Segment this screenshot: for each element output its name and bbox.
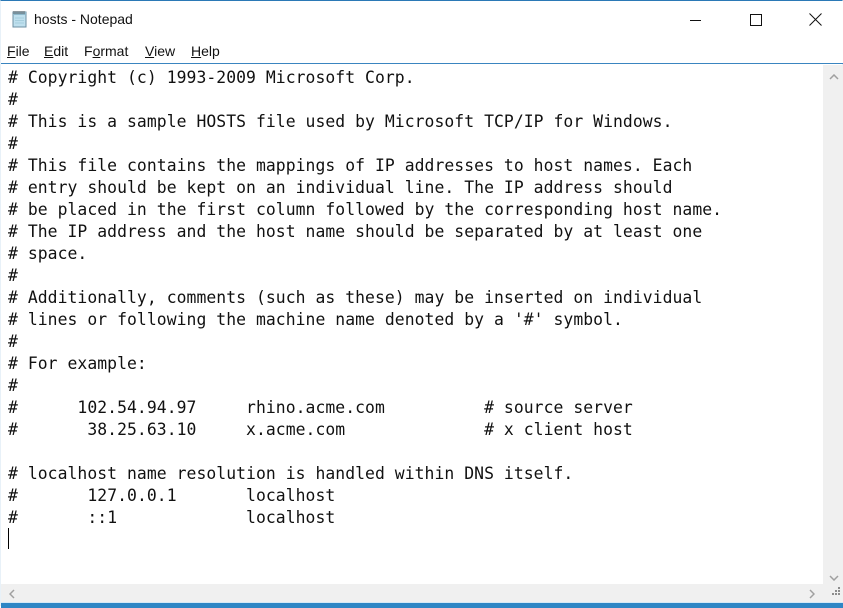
menu-view-accel: V xyxy=(145,43,155,59)
menu-file-accel: F xyxy=(7,43,16,59)
vertical-scrollbar[interactable] xyxy=(823,65,843,584)
menu-format-label: rmat xyxy=(100,43,129,59)
close-button[interactable] xyxy=(792,1,838,39)
notepad-window: hosts - Notepad File Edit Format View He… xyxy=(0,0,843,608)
resize-grip-icon xyxy=(831,581,841,600)
menu-help-accel: H xyxy=(191,43,202,59)
menu-format[interactable]: Format xyxy=(84,43,128,59)
document-text[interactable]: # Copyright (c) 1993-2009 Microsoft Corp… xyxy=(8,67,722,529)
maximize-icon xyxy=(750,11,762,30)
scroll-up-button[interactable] xyxy=(823,65,843,83)
chevron-left-icon xyxy=(8,584,15,603)
menu-edit-label: dit xyxy=(53,43,69,59)
scroll-right-button[interactable] xyxy=(803,584,821,602)
horizontal-scrollbar[interactable] xyxy=(1,584,823,602)
menu-view-label: iew xyxy=(154,43,176,59)
menu-help[interactable]: Help xyxy=(191,43,220,59)
menu-edit-accel: E xyxy=(44,43,54,59)
menu-file-label: ile xyxy=(15,43,30,59)
title-bar[interactable]: hosts - Notepad xyxy=(1,1,843,39)
window-bottom-border xyxy=(1,602,843,608)
menu-file[interactable]: File xyxy=(7,43,30,59)
menu-edit[interactable]: Edit xyxy=(44,43,68,59)
menu-bar: File Edit Format View Help xyxy=(1,39,843,64)
scroll-left-button[interactable] xyxy=(3,584,21,602)
notepad-icon xyxy=(11,10,27,28)
window-title: hosts - Notepad xyxy=(34,11,133,27)
chevron-right-icon xyxy=(809,584,816,603)
resize-grip[interactable] xyxy=(823,584,843,602)
menu-view[interactable]: View xyxy=(145,43,175,59)
minimize-icon xyxy=(690,11,702,30)
minimize-button[interactable] xyxy=(673,1,719,39)
text-caret xyxy=(8,528,9,549)
chevron-up-icon xyxy=(828,65,839,84)
close-icon xyxy=(808,11,822,30)
maximize-button[interactable] xyxy=(733,1,779,39)
menu-help-label: elp xyxy=(201,43,220,59)
menu-format-pre: F xyxy=(84,43,93,59)
text-editor[interactable]: # Copyright (c) 1993-2009 Microsoft Corp… xyxy=(1,65,823,584)
